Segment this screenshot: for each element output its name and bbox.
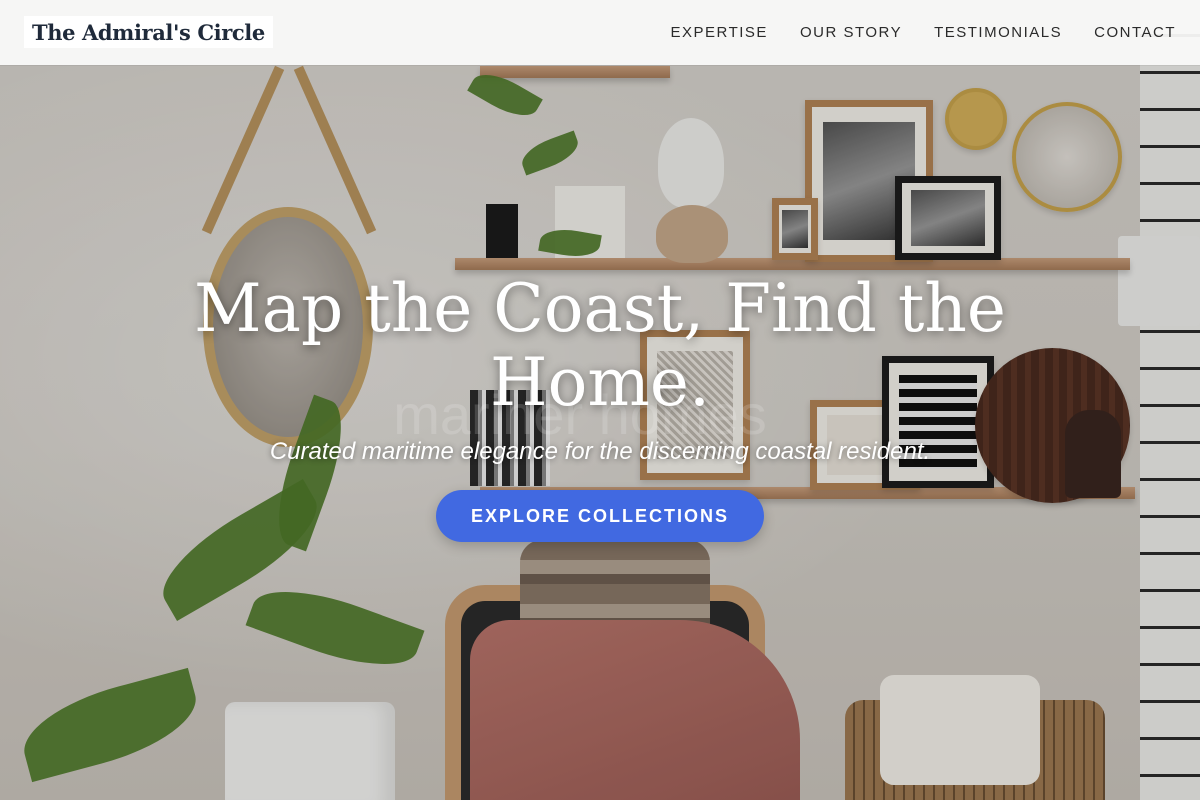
main-navigation: EXPERTISE OUR STORY TESTIMONIALS CONTACT: [671, 0, 1176, 65]
nav-link-expertise[interactable]: EXPERTISE: [671, 24, 768, 41]
hero-title: Map the Coast, Find the Home.: [194, 270, 1006, 421]
explore-collections-button[interactable]: EXPLORE COLLECTIONS: [436, 490, 764, 542]
nav-link-contact[interactable]: CONTACT: [1094, 24, 1176, 41]
nav-link-our-story[interactable]: OUR STORY: [800, 24, 902, 41]
site-header: The Admiral's Circle EXPERTISE OUR STORY…: [0, 0, 1200, 65]
brand-logo-link[interactable]: The Admiral's Circle: [24, 16, 273, 48]
hero-subtitle: Curated maritime elegance for the discer…: [269, 438, 931, 465]
nav-link-testimonials[interactable]: TESTIMONIALS: [934, 24, 1062, 41]
